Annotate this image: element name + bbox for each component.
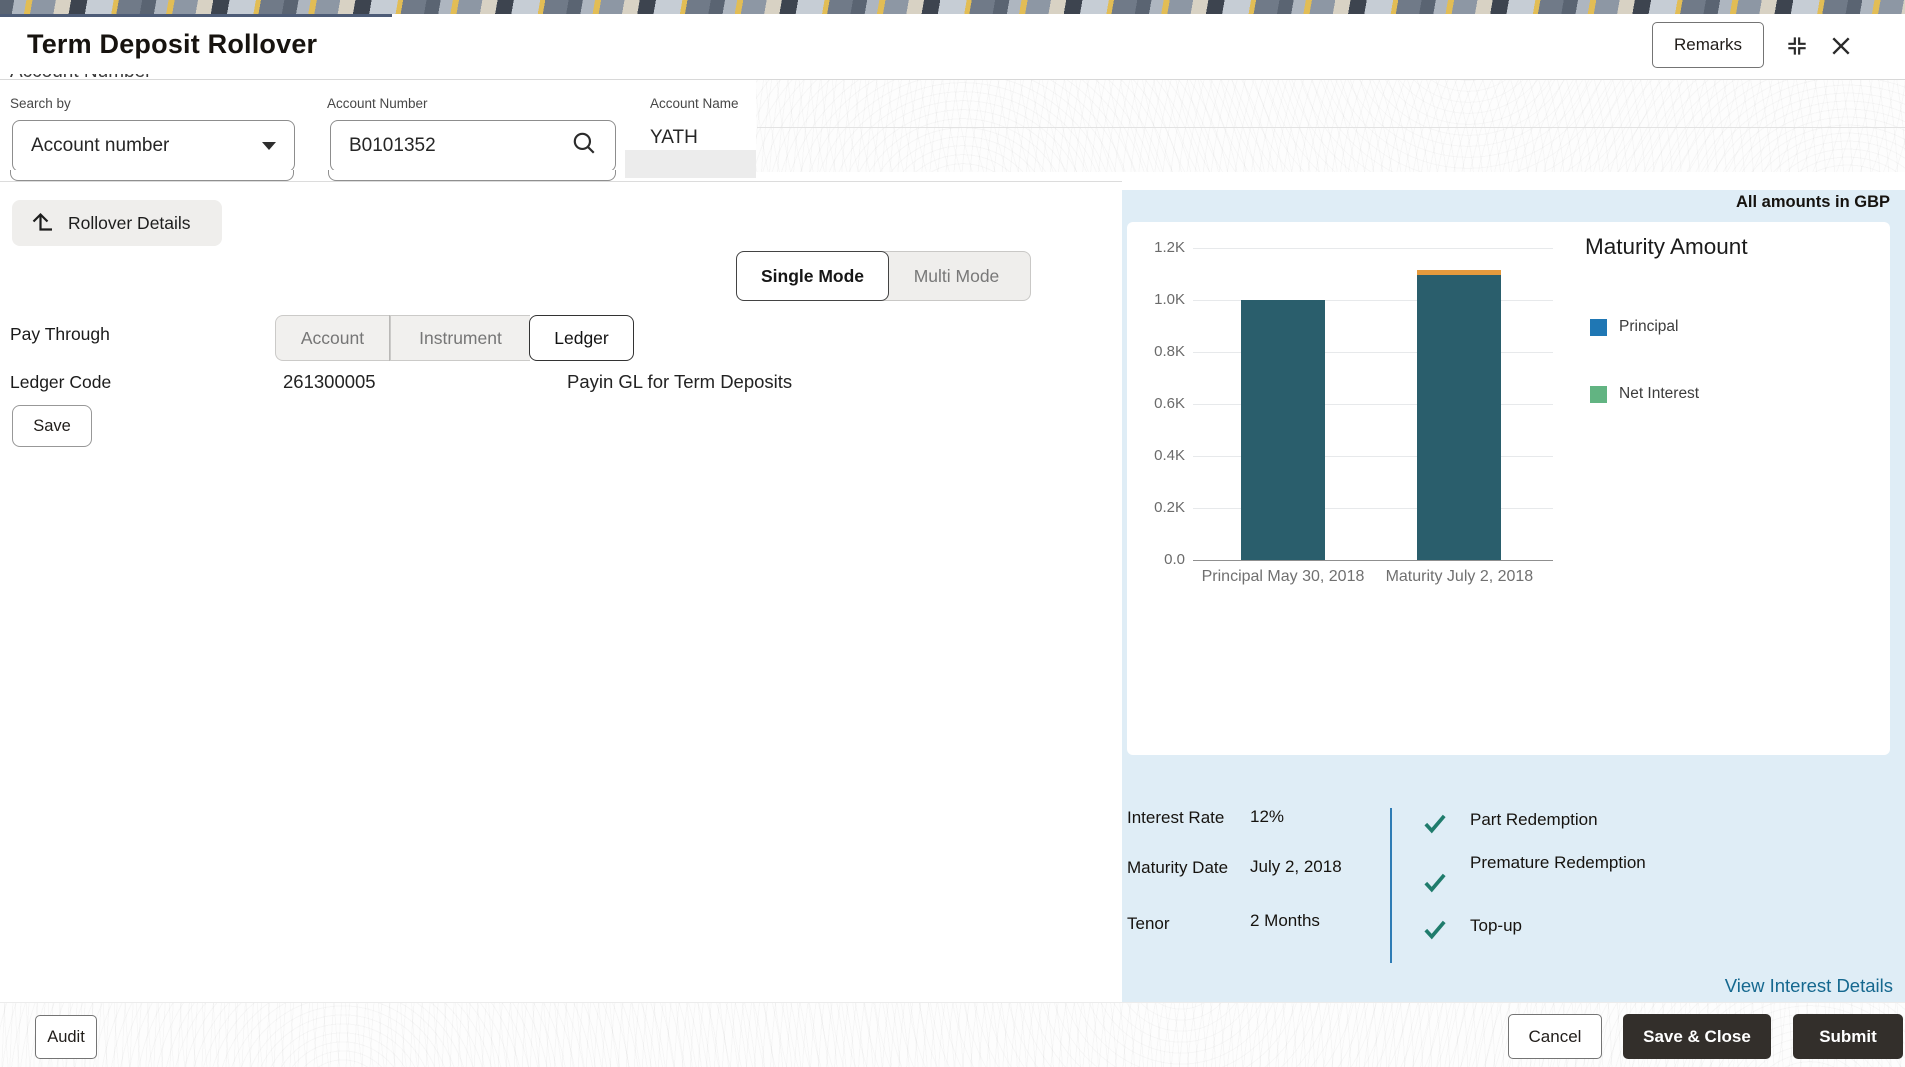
y-axis-tick-label: 0.0 (1164, 551, 1185, 568)
clipped-underlying-label: Account Number (10, 74, 210, 88)
bar-chart-plot: 1.2K 1.0K 0.8K 0.6K 0.4K 0.2K 0.0 Principal May… (1154, 239, 1553, 585)
footer-action-bar: Audit Cancel Save & Close Submit (0, 1002, 1905, 1067)
maturity-chart-card: Maturity Amount 1.2K 1.0K 0.8K 0.6K 0.4K 0.2K… (1127, 222, 1890, 755)
chevron-down-icon (262, 142, 276, 150)
underlying-input-fragment (10, 170, 294, 181)
rollover-details-label: Rollover Details (68, 212, 191, 233)
tab-account[interactable]: Account (275, 315, 389, 361)
check-icon (1424, 814, 1446, 834)
vertical-divider (1390, 808, 1392, 963)
ledger-code-label: Ledger Code (10, 372, 112, 392)
maturity-date-value: July 2, 2018 (1250, 857, 1342, 876)
page-title: Term Deposit Rollover (27, 29, 318, 59)
decorative-top-banner (0, 0, 1905, 14)
interest-rate-label: Interest Rate (1127, 808, 1225, 827)
account-number-label: Account Number (327, 96, 428, 111)
header: Term Deposit Rollover Remarks (0, 17, 1905, 79)
y-axis-tick-label: 0.4K (1154, 447, 1185, 464)
legend-item-net-interest: Net Interest (1590, 385, 1699, 403)
cancel-button[interactable]: Cancel (1508, 1014, 1602, 1059)
y-axis-tick-label: 1.0K (1154, 291, 1185, 308)
flag-label: Part Redemption (1470, 810, 1598, 829)
submit-button[interactable]: Submit (1793, 1014, 1903, 1059)
ledger-code-value: 261300005 (283, 371, 376, 392)
net-interest-legend-swatch (1590, 385, 1607, 403)
legend-item-principal: Principal (1590, 318, 1678, 336)
principal-legend-swatch (1590, 318, 1607, 336)
mode-toggle: Single Mode Multi Mode (736, 251, 1031, 301)
faint-divider (757, 127, 1905, 128)
x-axis-category-label: Maturity July 2, 2018 (1385, 568, 1534, 585)
gridline (1193, 560, 1553, 561)
account-number-value: B0101352 (349, 135, 436, 156)
search-icon[interactable] (571, 130, 597, 162)
multi-mode-button[interactable]: Multi Mode (883, 251, 1031, 301)
loading-skeleton (625, 150, 756, 178)
ledger-description: Payin GL for Term Deposits (567, 371, 793, 392)
y-axis-tick-label: 1.2K (1154, 239, 1185, 256)
chart-title: Maturity Amount (1585, 234, 1748, 259)
x-axis-category-label: Principal May 30, 2018 (1201, 568, 1365, 585)
remarks-button[interactable]: Remarks (1652, 22, 1764, 68)
check-icon (1424, 873, 1446, 893)
gridline (1193, 248, 1553, 249)
arrow-up-from-corner-icon (30, 212, 54, 234)
search-by-label: Search by (10, 96, 71, 111)
bar-principal (1417, 275, 1502, 560)
tenor-label: Tenor (1127, 914, 1170, 933)
flag-top-up: Top-up (1422, 916, 1522, 942)
check-icon (1424, 920, 1446, 940)
flag-part-redemption: Part Redemption (1422, 810, 1598, 836)
flag-label: Premature Redemption (1470, 853, 1646, 872)
bar-net-interest (1417, 270, 1502, 276)
pay-through-label: Pay Through (10, 324, 110, 344)
deposit-summary-panel: All amounts in GBP Maturity Amount 1.2K 1… (1122, 190, 1905, 1002)
pay-through-tabs: Account Instrument Ledger (275, 315, 634, 361)
maturity-date-label: Maturity Date (1127, 858, 1229, 877)
search-by-value: Account number (31, 135, 170, 156)
interest-rate-value: 12% (1250, 807, 1285, 826)
amounts-note: All amounts in GBP (1735, 193, 1890, 211)
rollover-details-button[interactable]: Rollover Details (12, 200, 222, 246)
bar-principal (1241, 300, 1325, 560)
account-number-input[interactable]: B0101352 (330, 120, 616, 172)
underlying-input-fragment (328, 170, 616, 181)
save-and-close-button[interactable]: Save & Close (1623, 1014, 1771, 1059)
background-pattern-band (756, 80, 1905, 172)
y-axis-tick-label: 0.8K (1154, 343, 1185, 360)
search-by-dropdown[interactable]: Account number (12, 120, 295, 172)
account-name-value: YATH (650, 127, 698, 148)
single-mode-button[interactable]: Single Mode (736, 251, 889, 301)
collapse-icon[interactable] (1782, 31, 1812, 61)
legend-label: Principal (1619, 318, 1679, 335)
term-deposit-rollover-screen: Term Deposit Rollover Remarks Account Nu… (0, 0, 1905, 1067)
tab-instrument[interactable]: Instrument (390, 315, 530, 361)
section-divider (0, 181, 1122, 182)
y-axis-tick-label: 0.6K (1154, 395, 1185, 412)
flag-label: Top-up (1470, 916, 1522, 935)
save-button[interactable]: Save (12, 405, 92, 447)
tab-ledger[interactable]: Ledger (529, 315, 634, 361)
flag-premature-redemption: Premature Redemption (1422, 853, 1646, 895)
legend-label: Net Interest (1619, 385, 1700, 402)
y-axis-tick-label: 0.2K (1154, 499, 1185, 516)
account-name-label: Account Name (650, 96, 739, 111)
tenor-value: 2 Months (1250, 911, 1320, 930)
close-icon[interactable] (1826, 31, 1856, 61)
view-interest-details-link[interactable]: View Interest Details (1725, 975, 1893, 997)
audit-button[interactable]: Audit (35, 1015, 97, 1059)
